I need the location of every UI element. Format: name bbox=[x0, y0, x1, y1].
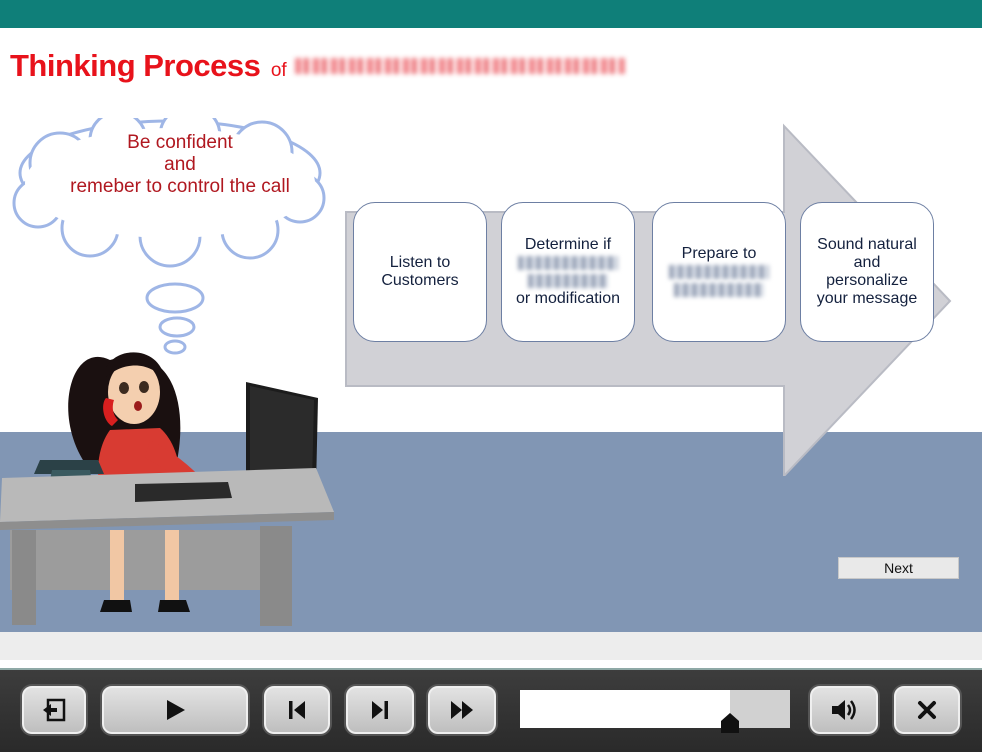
step-4-text: Sound natural and personalize your messa… bbox=[816, 236, 918, 307]
step-2-line-1: Determine if bbox=[524, 236, 612, 253]
fast-forward-icon bbox=[451, 701, 473, 719]
step-2-line-3: or modification bbox=[515, 290, 621, 307]
thought-line-1: Be confident bbox=[127, 132, 233, 153]
next-button[interactable]: Next bbox=[838, 557, 959, 579]
fast-forward-button[interactable] bbox=[426, 684, 498, 736]
title-main: Thinking Process bbox=[10, 48, 261, 83]
volume-button[interactable] bbox=[808, 684, 880, 736]
skip-next-icon bbox=[372, 701, 388, 719]
redacted-text bbox=[528, 274, 608, 288]
exit-button[interactable] bbox=[20, 684, 88, 736]
redacted-text bbox=[518, 256, 618, 270]
player-controls bbox=[0, 668, 982, 752]
skip-next-button[interactable] bbox=[344, 684, 416, 736]
thought-text: Be confident and remeber to control the … bbox=[30, 132, 330, 198]
step-prepare: Prepare to bbox=[652, 202, 786, 342]
step-listen: Listen to Customers bbox=[353, 202, 487, 342]
volume-icon bbox=[832, 700, 856, 720]
slide-title: Thinking Process of bbox=[10, 48, 626, 84]
agent-at-desk-illustration bbox=[0, 352, 334, 626]
top-bar bbox=[0, 0, 982, 28]
step-sound-natural: Sound natural and personalize your messa… bbox=[800, 202, 934, 342]
floor-edge bbox=[0, 632, 982, 660]
redacted-text bbox=[674, 283, 764, 297]
thought-line-3: remeber to control the call bbox=[70, 176, 290, 197]
step-determine: Determine if or modification bbox=[501, 202, 635, 342]
step-3-line-1: Prepare to bbox=[681, 245, 757, 262]
skip-back-icon bbox=[289, 701, 305, 719]
redacted-title-text bbox=[295, 58, 626, 74]
thought-line-2: and bbox=[164, 154, 196, 175]
redacted-text bbox=[669, 265, 769, 279]
play-icon bbox=[167, 700, 185, 720]
exit-icon bbox=[43, 698, 66, 722]
close-icon bbox=[918, 701, 936, 719]
progress-thumb[interactable] bbox=[720, 712, 740, 734]
close-button[interactable] bbox=[892, 684, 962, 736]
title-of: of bbox=[270, 60, 287, 81]
skip-back-button[interactable] bbox=[262, 684, 332, 736]
step-1-text: Listen to Customers bbox=[381, 254, 459, 289]
play-button[interactable] bbox=[100, 684, 250, 736]
